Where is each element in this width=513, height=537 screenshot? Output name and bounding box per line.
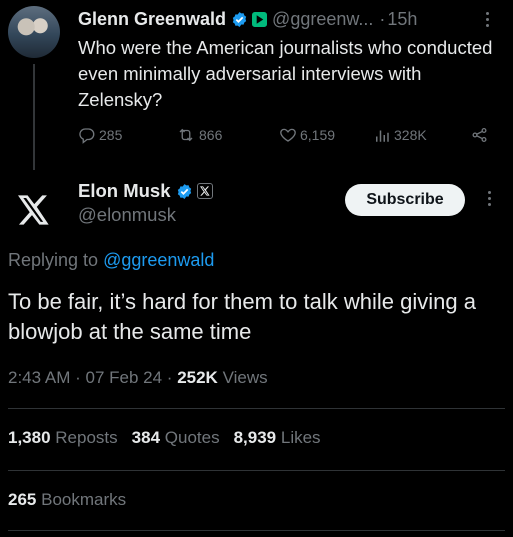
bookmarks-label: Bookmarks bbox=[41, 490, 127, 509]
author-name[interactable]: Glenn Greenwald bbox=[78, 9, 226, 30]
views-button[interactable]: 328K bbox=[373, 126, 427, 144]
x-logo-icon[interactable] bbox=[12, 188, 56, 232]
divider bbox=[8, 470, 505, 471]
main-tweet-author-row: Elon Musk bbox=[78, 180, 213, 202]
meta-separator: · bbox=[75, 368, 86, 387]
thread-line bbox=[33, 64, 35, 170]
repost-button[interactable]: 866 bbox=[176, 126, 222, 144]
repost-icon bbox=[176, 126, 196, 144]
reposts-stat[interactable]: 1,380 Reposts bbox=[8, 428, 118, 448]
tweet-time-separator: · bbox=[379, 8, 386, 29]
replying-prefix: Replying to bbox=[8, 250, 99, 270]
avatar[interactable] bbox=[8, 6, 60, 58]
reply-icon bbox=[78, 126, 96, 144]
tweet-text: Who were the American journalists who co… bbox=[78, 37, 493, 110]
heart-icon bbox=[279, 126, 297, 144]
tweet-time[interactable]: 2:43 AM bbox=[8, 368, 70, 387]
tweet-actions: 285 866 6,159 328K bbox=[78, 126, 498, 148]
bookmarks-count: 265 bbox=[8, 490, 37, 509]
likes-label: Likes bbox=[280, 428, 321, 447]
quotes-label: Quotes bbox=[164, 428, 220, 447]
likes-count: 8,939 bbox=[233, 428, 277, 447]
view-count: 328K bbox=[394, 127, 427, 143]
quotes-stat[interactable]: 384 Quotes bbox=[132, 428, 220, 448]
more-vertical-icon[interactable] bbox=[486, 12, 490, 27]
tweet-time[interactable]: 15h bbox=[387, 9, 417, 30]
like-button[interactable]: 6,159 bbox=[279, 126, 335, 144]
quotes-count: 384 bbox=[131, 428, 161, 447]
bookmarks-stat[interactable]: 265 Bookmarks bbox=[8, 490, 126, 510]
parent-tweet-header: Glenn Greenwald @ggreenw... · 15h bbox=[78, 7, 498, 31]
share-button[interactable] bbox=[470, 126, 489, 144]
repost-count: 866 bbox=[199, 127, 223, 143]
reposts-label: Reposts bbox=[55, 428, 118, 447]
author-name[interactable]: Elon Musk bbox=[78, 180, 171, 202]
play-icon bbox=[252, 11, 268, 27]
share-icon bbox=[470, 126, 489, 144]
like-count: 6,159 bbox=[300, 127, 336, 143]
parent-tweet[interactable]: Glenn Greenwald @ggreenw... · 15h Who we… bbox=[0, 0, 513, 170]
reply-button[interactable]: 285 bbox=[78, 126, 122, 144]
more-vertical-icon[interactable] bbox=[488, 191, 492, 206]
divider bbox=[8, 530, 505, 531]
divider bbox=[8, 408, 505, 409]
engagement-stats: 1,380 Reposts 384 Quotes 8,939 Likes bbox=[8, 428, 321, 448]
verified-badge-icon bbox=[231, 11, 248, 28]
tweet-date[interactable]: 07 Feb 24 bbox=[86, 368, 163, 387]
views-icon bbox=[373, 126, 391, 144]
replying-mention-link[interactable]: @ggreenwald bbox=[103, 250, 214, 270]
author-handle[interactable]: @elonmusk bbox=[78, 204, 176, 226]
tweet-text: To be fair, it’s hard for them to talk w… bbox=[8, 289, 476, 344]
author-handle[interactable]: @ggreenw... bbox=[272, 9, 373, 30]
tweet-meta: 2:43 AM · 07 Feb 24 · 252K Views bbox=[8, 368, 268, 388]
subscribe-button[interactable]: Subscribe bbox=[345, 184, 465, 216]
affiliate-badge-icon bbox=[196, 183, 213, 199]
views-label: Views bbox=[222, 368, 268, 387]
likes-stat[interactable]: 8,939 Likes bbox=[234, 428, 321, 448]
replying-to: Replying to @ggreenwald bbox=[8, 250, 214, 271]
views-count: 252K bbox=[177, 368, 218, 387]
reply-count: 285 bbox=[99, 127, 123, 143]
meta-separator: · bbox=[166, 368, 178, 387]
reposts-count: 1,380 bbox=[8, 428, 51, 447]
verified-badge-icon bbox=[176, 183, 193, 200]
